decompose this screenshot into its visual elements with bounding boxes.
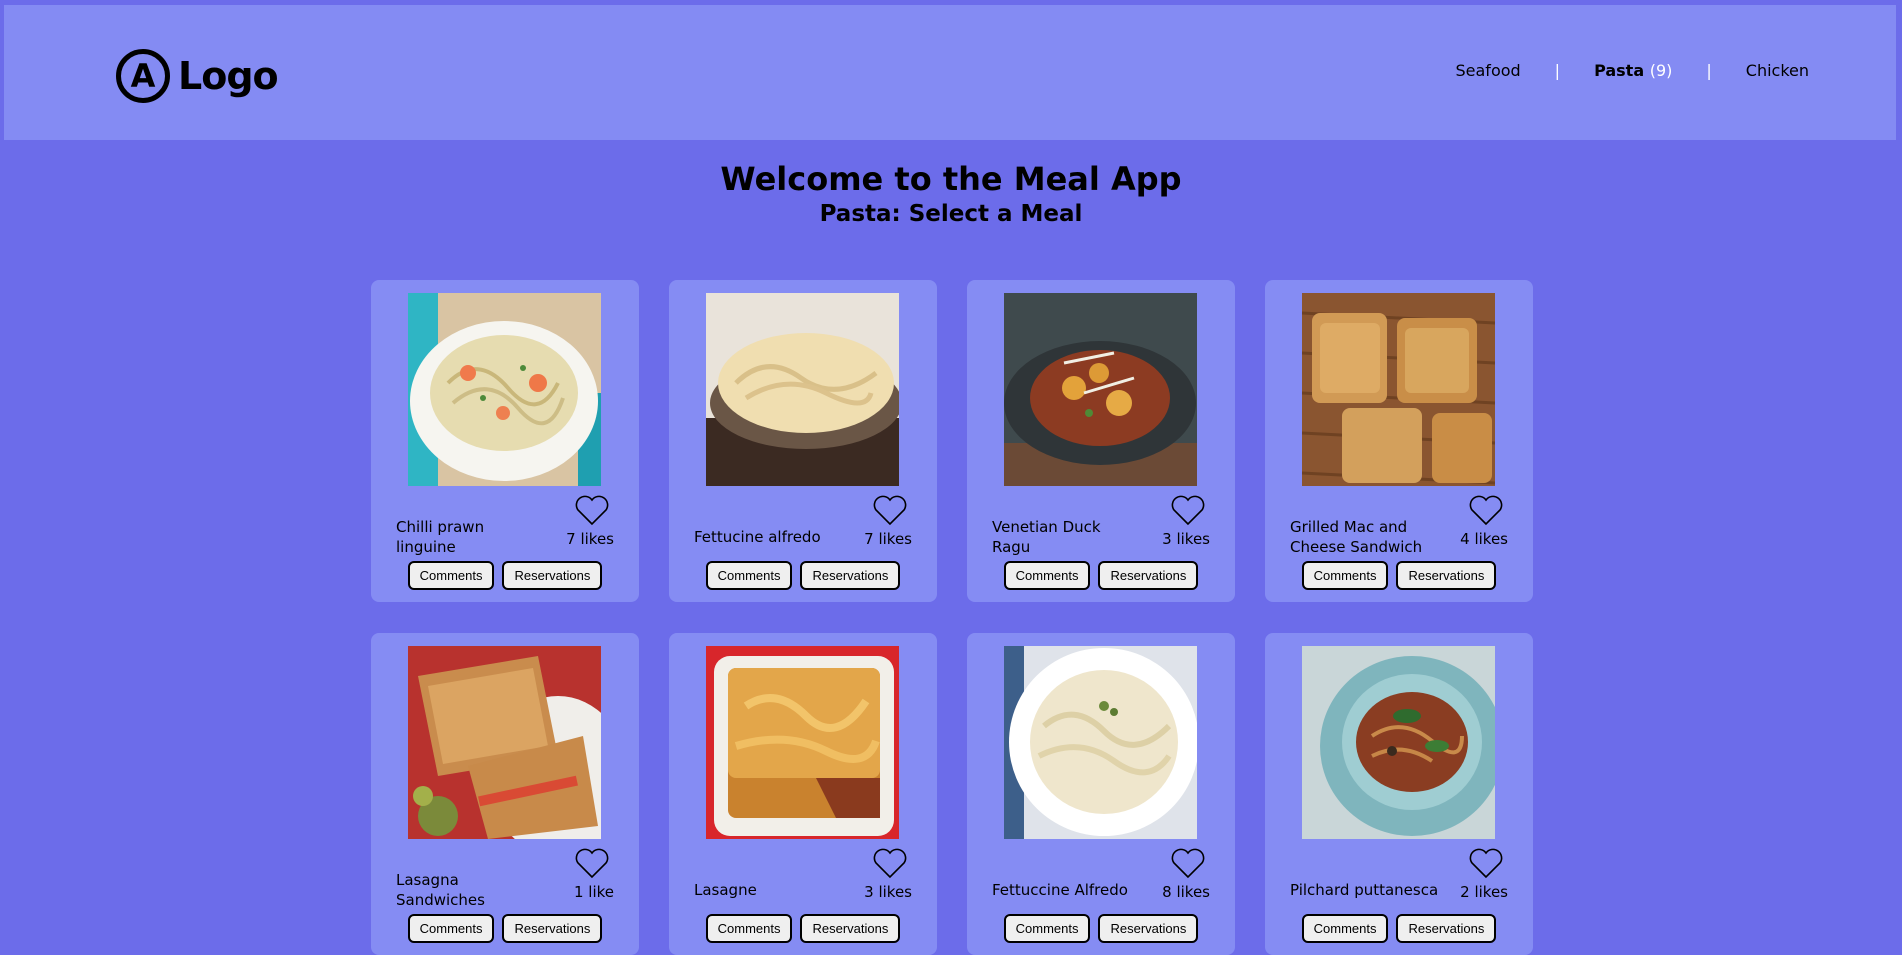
meal-card: Chilli prawn linguine 7 likes Comments R…	[371, 280, 639, 602]
meal-image	[408, 646, 601, 839]
meal-card: Grilled Mac and Cheese Sandwich 4 likes …	[1265, 280, 1533, 602]
meal-image	[706, 293, 899, 486]
comments-button[interactable]: Comments	[1301, 914, 1389, 943]
logo[interactable]: A Logo	[116, 43, 279, 109]
meal-name: Lasagne	[694, 881, 757, 899]
nav-separator: |	[1706, 61, 1712, 80]
meal-card: Lasagne 3 likes Comments Reservations	[669, 633, 937, 955]
comments-button[interactable]: Comments	[705, 561, 793, 590]
logo-mark: A	[116, 49, 170, 103]
comments-button[interactable]: Comments	[407, 561, 495, 590]
nav-link-chicken[interactable]: Chicken	[1746, 61, 1809, 80]
like-count: 2 likes	[1460, 883, 1508, 901]
meal-image	[1004, 646, 1197, 839]
category-nav: Seafood | Pasta (9) | Chicken	[1456, 61, 1810, 80]
meal-image	[1302, 293, 1495, 486]
heart-icon[interactable]	[1469, 494, 1503, 526]
meal-card: Pilchard puttanesca 2 likes Comments Res…	[1265, 633, 1533, 955]
meal-name: Venetian Duck Ragu	[992, 518, 1101, 556]
heart-icon[interactable]	[873, 847, 907, 879]
like-count: 7 likes	[864, 530, 912, 548]
card-actions: Comments Reservations	[1265, 914, 1533, 943]
meal-name: Chilli prawn linguine	[396, 518, 485, 556]
like-count: 3 likes	[864, 883, 912, 901]
logo-text: Logo	[178, 54, 279, 98]
reservations-button[interactable]: Reservations	[1098, 914, 1199, 943]
reservations-button[interactable]: Reservations	[800, 914, 901, 943]
comments-button[interactable]: Comments	[1003, 561, 1091, 590]
reservations-button[interactable]: Reservations	[1396, 914, 1497, 943]
card-actions: Comments Reservations	[967, 914, 1235, 943]
meal-card: Fettuccine Alfredo 8 likes Comments Rese…	[967, 633, 1235, 955]
meal-card: Venetian Duck Ragu 3 likes Comments Rese…	[967, 280, 1235, 602]
like-count: 7 likes	[566, 530, 614, 548]
meal-image	[706, 646, 899, 839]
reservations-button[interactable]: Reservations	[502, 561, 603, 590]
card-actions: Comments Reservations	[371, 914, 639, 943]
nav-link-pasta[interactable]: Pasta (9)	[1594, 61, 1672, 80]
heart-icon[interactable]	[873, 494, 907, 526]
site-header: A Logo Seafood | Pasta (9) | Chicken	[4, 5, 1896, 140]
card-actions: Comments Reservations	[371, 561, 639, 590]
meal-image	[1302, 646, 1495, 839]
heart-icon[interactable]	[1171, 494, 1205, 526]
like-count: 3 likes	[1162, 530, 1210, 548]
comments-button[interactable]: Comments	[1003, 914, 1091, 943]
comments-button[interactable]: Comments	[1301, 561, 1389, 590]
meal-card: Lasagna Sandwiches 1 like Comments Reser…	[371, 633, 639, 955]
heart-icon[interactable]	[1469, 847, 1503, 879]
meal-name: Pilchard puttanesca	[1290, 881, 1439, 899]
nav-pasta-count: (9)	[1649, 61, 1673, 80]
meal-image	[408, 293, 601, 486]
meal-name: Lasagna Sandwiches	[396, 871, 485, 909]
card-actions: Comments Reservations	[669, 561, 937, 590]
reservations-button[interactable]: Reservations	[800, 561, 901, 590]
like-count: 8 likes	[1162, 883, 1210, 901]
meal-image	[1004, 293, 1197, 486]
reservations-button[interactable]: Reservations	[1396, 561, 1497, 590]
like-count: 1 like	[573, 883, 614, 901]
page-title: Welcome to the Meal App	[720, 160, 1182, 198]
comments-button[interactable]: Comments	[705, 914, 793, 943]
meal-name: Fettuccine Alfredo	[992, 881, 1128, 899]
like-count: 4 likes	[1460, 530, 1508, 548]
heart-icon[interactable]	[1171, 847, 1205, 879]
card-actions: Comments Reservations	[1265, 561, 1533, 590]
reservations-button[interactable]: Reservations	[502, 914, 603, 943]
page-subtitle: Pasta: Select a Meal	[819, 201, 1083, 227]
card-actions: Comments Reservations	[669, 914, 937, 943]
nav-separator: |	[1554, 61, 1561, 80]
heart-icon[interactable]	[575, 494, 609, 526]
reservations-button[interactable]: Reservations	[1098, 561, 1199, 590]
meal-name: Grilled Mac and Cheese Sandwich	[1290, 518, 1423, 556]
nav-link-seafood[interactable]: Seafood	[1456, 61, 1521, 80]
nav-link-pasta-label: Pasta	[1594, 61, 1645, 80]
card-actions: Comments Reservations	[967, 561, 1235, 590]
meal-name: Fettucine alfredo	[694, 528, 821, 546]
meal-card: Fettucine alfredo 7 likes Comments Reser…	[669, 280, 937, 602]
comments-button[interactable]: Comments	[407, 914, 495, 943]
meal-grid: Chilli prawn linguine 7 likes Comments R…	[371, 280, 1533, 955]
heart-icon[interactable]	[575, 847, 609, 879]
